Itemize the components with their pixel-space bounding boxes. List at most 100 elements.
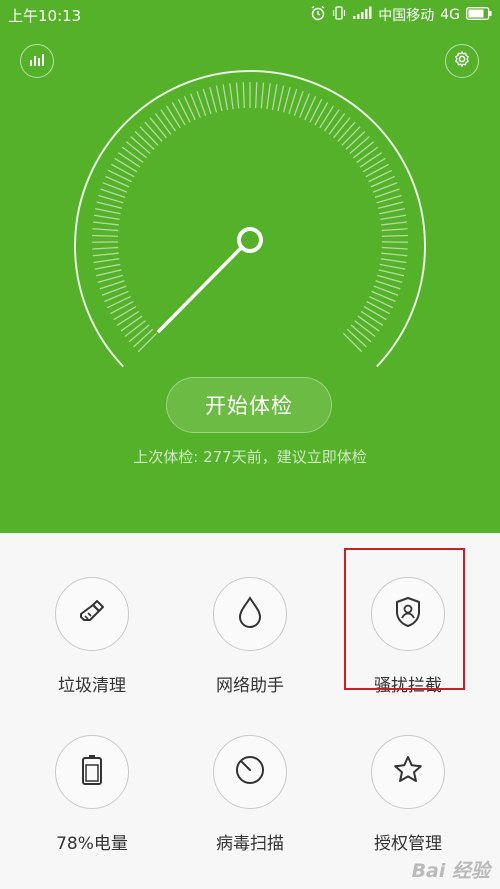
- gauge-tick: [97, 274, 124, 283]
- gauge-tick: [111, 163, 135, 178]
- gauge-tick: [120, 315, 143, 332]
- gauge-tick: [381, 221, 408, 226]
- gauge-tick: [242, 82, 245, 109]
- tool-label: 垃圾清理: [58, 676, 126, 696]
- gauge-tick: [133, 328, 154, 348]
- gauge-tick: [160, 109, 177, 132]
- gauge-tick: [378, 269, 405, 277]
- gauge-tick: [319, 105, 335, 129]
- gauge-tick: [260, 82, 265, 109]
- gauge-tick: [354, 320, 376, 337]
- gauge-tick: [381, 252, 408, 257]
- tool-virus-scan[interactable]: 病毒扫描: [186, 735, 316, 865]
- highlight-box: [344, 548, 465, 690]
- gauge-tick: [345, 131, 366, 150]
- gauge-tick: [380, 258, 407, 264]
- tool-circle: [213, 735, 287, 809]
- gauge-tick: [381, 246, 408, 250]
- battery-status-icon: [466, 6, 492, 24]
- gauge-tick: [366, 301, 391, 315]
- tool-battery[interactable]: 78%电量: [28, 735, 158, 865]
- gauge-tick: [379, 207, 405, 215]
- gauge-tick: [93, 214, 120, 220]
- gauge-tick: [349, 136, 370, 155]
- vibrate-icon: [332, 5, 346, 25]
- gauge-tick: [209, 87, 218, 113]
- gauge-tick: [379, 263, 406, 270]
- gauge-tick: [363, 305, 387, 321]
- gauge-tick: [365, 163, 389, 178]
- gauge-tick: [154, 113, 172, 135]
- gauge-tick: [94, 263, 121, 270]
- gauge-tick: [202, 88, 212, 115]
- gauge-tick: [222, 84, 229, 111]
- gauge-tick: [356, 146, 379, 163]
- gauge-tick: [107, 169, 132, 183]
- main-header-panel: 上午10:13 中国移动 4G 开始体检 上次体检: 277天前，建议立即体检: [0, 0, 500, 533]
- gauge-ticks: [92, 82, 408, 353]
- gauge-tick: [360, 310, 384, 326]
- broom-icon: [75, 595, 109, 633]
- gauge-tick: [368, 169, 393, 183]
- health-gauge: [74, 70, 426, 368]
- gauge-tick: [376, 194, 402, 204]
- gauge-tick: [113, 305, 137, 321]
- gauge-tick: [92, 228, 119, 232]
- tool-label: 网络助手: [216, 676, 284, 696]
- gauge-outer-arc: [74, 70, 426, 368]
- gauge-tick: [337, 121, 356, 142]
- gauge-tick: [124, 320, 146, 337]
- gauge-tick: [381, 228, 408, 232]
- gauge-tick: [92, 234, 119, 237]
- carrier-name: 中国移动: [378, 8, 435, 24]
- gauge-tick: [121, 146, 144, 163]
- gauge-tick: [165, 105, 181, 129]
- tool-junk-cleanup[interactable]: 垃圾清理: [28, 577, 158, 707]
- star-icon: [391, 753, 425, 791]
- battery-icon: [80, 753, 104, 791]
- gauge-tick: [139, 126, 159, 146]
- gauge-tick: [95, 269, 122, 277]
- gauge-tick: [346, 328, 367, 348]
- gauge-tick: [381, 234, 408, 237]
- gauge-tick: [376, 274, 403, 283]
- tool-circle: [55, 577, 129, 651]
- gauge-tick: [134, 131, 155, 150]
- alarm-icon: [310, 5, 326, 25]
- start-checkup-button[interactable]: 开始体检: [166, 377, 332, 433]
- droplet-icon: [235, 595, 265, 633]
- gauge-tick: [380, 214, 407, 220]
- gauge-tick: [114, 157, 138, 173]
- tool-permission-manage[interactable]: 授权管理: [344, 735, 474, 865]
- tool-circle: [213, 577, 287, 651]
- gauge-tick: [130, 136, 151, 155]
- status-right: 中国移动 4G: [310, 5, 492, 25]
- tool-circle: [55, 735, 129, 809]
- gauge-tick: [98, 194, 124, 204]
- status-time: 上午10:13: [8, 7, 82, 25]
- tool-network-assistant[interactable]: 网络助手: [186, 577, 316, 707]
- gauge-tick: [92, 252, 119, 257]
- gauge-tick: [323, 109, 340, 132]
- gauge-tick: [137, 332, 158, 353]
- gauge-tick: [125, 141, 148, 159]
- gauge-tick: [128, 324, 150, 343]
- gauge-tick: [333, 117, 351, 139]
- gauge-pivot: [237, 227, 263, 253]
- gauge-tick: [282, 87, 291, 113]
- gauge-tick: [117, 152, 141, 168]
- gauge-tick: [352, 141, 375, 159]
- gauge-tick: [266, 83, 271, 110]
- watermark: Bai 经验: [411, 860, 490, 882]
- gauge-tick: [255, 82, 258, 109]
- gauge-tick: [144, 121, 163, 142]
- gauge-tick: [362, 157, 386, 173]
- gauge-tick: [277, 85, 285, 112]
- gauge-tick: [235, 82, 240, 109]
- gauge-tick: [93, 258, 120, 264]
- gauge-tick: [177, 98, 191, 123]
- gauge-tick: [357, 315, 380, 332]
- gauge-tick: [271, 84, 278, 111]
- tool-label: 78%电量: [56, 834, 128, 854]
- status-bar: 上午10:13 中国移动 4G: [0, 0, 500, 30]
